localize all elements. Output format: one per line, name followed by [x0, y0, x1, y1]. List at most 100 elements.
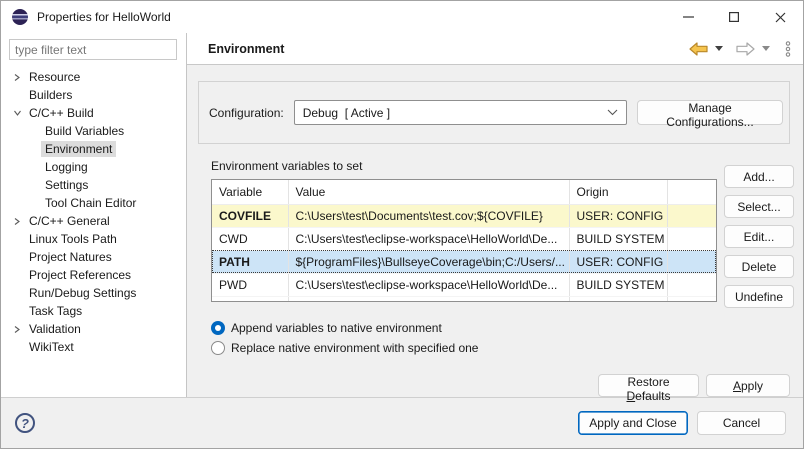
cell-origin: USER: CONFIG [569, 250, 668, 274]
minimize-icon [682, 16, 694, 18]
restore-defaults-button[interactable]: Restore Defaults [598, 374, 699, 403]
sidebar-item-build-variables[interactable]: Build Variables [1, 122, 186, 140]
column-header-variable[interactable]: Variable [212, 180, 289, 205]
cell-variable: PATH [212, 250, 289, 274]
variable-action-buttons: Add... Select... Edit... Delete Undefine [724, 159, 796, 308]
cell-variable: PWD [212, 273, 289, 297]
sidebar-item-label: Project Natures [29, 250, 112, 264]
cell-filler [667, 204, 716, 228]
table-header-row: Variable Value Origin [212, 180, 716, 205]
sidebar-item-label: Resource [29, 70, 81, 84]
cell-filler [212, 296, 289, 301]
sidebar-item-label: Run/Debug Settings [29, 286, 137, 300]
close-button[interactable] [757, 1, 803, 33]
column-header-value[interactable]: Value [288, 180, 570, 205]
cell-origin: USER: CONFIG [569, 204, 668, 228]
maximize-button[interactable] [711, 1, 757, 33]
sidebar-item-label: Build Variables [45, 124, 125, 138]
sidebar-item-run-debug-settings[interactable]: Run/Debug Settings [1, 284, 186, 302]
select-button[interactable]: Select... [724, 195, 794, 218]
table-row-pwd[interactable]: PWD C:\Users\test\eclipse-workspace\Hell… [212, 273, 716, 297]
column-header-filler [667, 180, 716, 205]
sidebar-item-linux-tools-path[interactable]: Linux Tools Path [1, 230, 186, 248]
chevron-right-icon[interactable] [9, 217, 25, 226]
table-row-path[interactable]: PATH ${ProgramFiles}\BullseyeCoverage\bi… [212, 250, 716, 274]
table-row-cwd[interactable]: CWD C:\Users\test\eclipse-workspace\Hell… [212, 227, 716, 251]
manage-configurations-button[interactable]: Manage Configurations... [637, 100, 783, 129]
filter-input[interactable] [9, 39, 177, 60]
cell-value: C:\Users\test\Documents\test.cov;${COVFI… [288, 204, 570, 228]
sidebar-item-ccpp-general[interactable]: C/C++ General [1, 212, 186, 230]
table-row-covfile[interactable]: COVFILE C:\Users\test\Documents\test.cov… [212, 204, 716, 228]
sidebar-item-settings[interactable]: Settings [1, 176, 186, 194]
cell-filler [667, 227, 716, 251]
view-menu-button[interactable] [785, 40, 791, 57]
sidebar-item-label: Logging [45, 160, 88, 174]
label-part: Restore [627, 375, 670, 389]
variables-table: Variable Value Origin COVFILE C:\Users\t… [211, 179, 717, 302]
cell-origin: BUILD SYSTEM [569, 227, 668, 251]
back-history-dropdown-icon[interactable] [715, 46, 723, 51]
undefine-button[interactable]: Undefine [724, 285, 794, 308]
cell-filler [569, 296, 668, 301]
configuration-group: Configuration: Debug [ Active ] Manage C… [198, 81, 790, 144]
maximize-icon [729, 12, 739, 22]
add-button[interactable]: Add... [724, 165, 794, 188]
sidebar-item-label: Tool Chain Editor [45, 196, 137, 210]
properties-dialog: Properties for HelloWorld Resource [0, 0, 804, 449]
eclipse-logo-icon [12, 9, 28, 25]
chevron-right-icon[interactable] [9, 73, 25, 82]
variables-table-label: Environment variables to set [211, 159, 363, 173]
forward-button[interactable] [736, 41, 755, 56]
sidebar-item-resource[interactable]: Resource [1, 68, 186, 86]
window-title: Properties for HelloWorld [37, 10, 171, 24]
minimize-button[interactable] [665, 1, 711, 33]
radio-unselected-icon[interactable] [211, 341, 225, 355]
delete-button[interactable]: Delete [724, 255, 794, 278]
help-button[interactable]: ? [15, 413, 35, 433]
sidebar-item-ccpp-build[interactable]: C/C++ Build [1, 104, 186, 122]
question-mark-icon: ? [21, 415, 29, 431]
column-header-origin[interactable]: Origin [569, 180, 668, 205]
apply-and-close-button[interactable]: Apply and Close [578, 411, 688, 435]
back-button[interactable] [689, 41, 708, 56]
sidebar-item-label: Linux Tools Path [29, 232, 117, 246]
sidebar-item-label: Task Tags [29, 304, 83, 318]
sidebar-item-label: Validation [29, 322, 81, 336]
sidebar-item-wikitext[interactable]: WikiText [1, 338, 186, 356]
page-actions: Restore Defaults Apply [187, 374, 790, 403]
sidebar-item-builders[interactable]: Builders [1, 86, 186, 104]
chevron-down-icon[interactable] [9, 109, 25, 117]
sidebar-item-project-references[interactable]: Project References [1, 266, 186, 284]
sidebar-item-validation[interactable]: Validation [1, 320, 186, 338]
sidebar-item-label: WikiText [29, 340, 74, 354]
radio-selected-icon[interactable] [211, 321, 225, 335]
replace-environment-radio[interactable]: Replace native environment with specifie… [211, 338, 792, 358]
append-variables-radio[interactable]: Append variables to native environment [211, 318, 792, 338]
cell-filler [667, 250, 716, 274]
chevron-right-icon[interactable] [9, 325, 25, 334]
sidebar-item-project-natures[interactable]: Project Natures [1, 248, 186, 266]
configuration-select[interactable]: Debug [ Active ] [293, 100, 627, 125]
page-title: Environment [208, 41, 285, 56]
sidebar-item-tool-chain-editor[interactable]: Tool Chain Editor [1, 194, 186, 212]
sidebar-item-environment[interactable]: Environment [1, 140, 186, 158]
cell-origin: BUILD SYSTEM [569, 273, 668, 297]
vertical-dots-icon [785, 40, 791, 57]
back-arrow-icon [689, 41, 708, 56]
edit-button[interactable]: Edit... [724, 225, 794, 248]
sidebar-item-label: Project References [29, 268, 132, 282]
cell-value: C:\Users\test\eclipse-workspace\HelloWor… [288, 273, 570, 297]
cell-value: ${ProgramFiles}\BullseyeCoverage\bin;C:/… [288, 250, 570, 274]
label-mnemonic: A [732, 378, 741, 393]
sidebar-item-logging[interactable]: Logging [1, 158, 186, 176]
properties-sidebar: Resource Builders C/C++ Build Build Vari… [1, 33, 187, 397]
configuration-label: Configuration: [209, 105, 284, 120]
sidebar-item-task-tags[interactable]: Task Tags [1, 302, 186, 320]
apply-button[interactable]: Apply [706, 374, 790, 397]
forward-history-dropdown-icon[interactable] [762, 46, 770, 51]
content-panel: Environment Configuration: Debug [Activ… [187, 33, 803, 403]
cell-value: C:\Users\test\eclipse-workspace\HelloWor… [288, 227, 570, 251]
cancel-button[interactable]: Cancel [697, 411, 786, 435]
sidebar-item-label: C/C++ Build [29, 106, 94, 120]
